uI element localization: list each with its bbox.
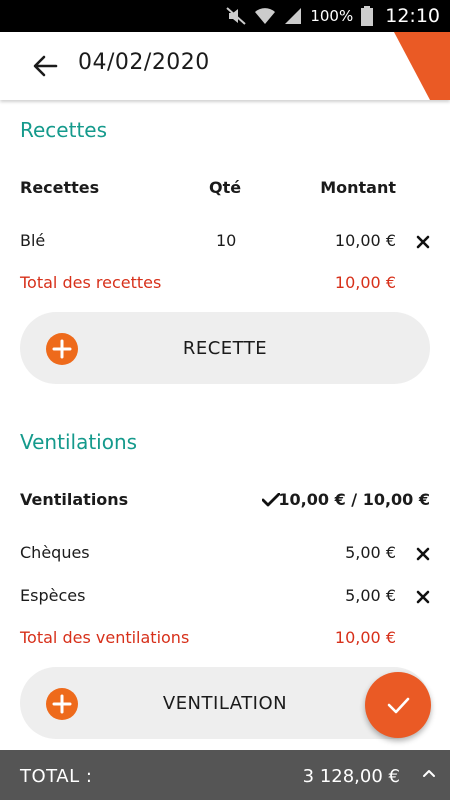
ventilations-header-label: Ventilations — [20, 490, 129, 509]
table-row: Espèces 5,00 € — [20, 586, 430, 610]
column-header-amount: Montant — [320, 178, 396, 197]
table-row: Chèques 5,00 € — [20, 543, 430, 567]
close-icon[interactable] — [416, 590, 430, 604]
add-recette-label: RECETTE — [182, 338, 268, 359]
brand-corner-decoration — [394, 32, 450, 100]
recette-name: Blé — [20, 231, 46, 250]
signal-icon — [285, 8, 302, 24]
column-header-name: Recettes — [20, 178, 100, 197]
close-icon[interactable] — [416, 235, 430, 249]
ventilation-name: Chèques — [20, 543, 90, 562]
ventilations-header-value: 10,00 € / 10,00 € — [278, 490, 430, 509]
app-bar: 04/02/2020 — [0, 32, 450, 100]
page-title: 04/02/2020 — [78, 50, 210, 75]
recette-amount: 10,00 € — [334, 231, 396, 250]
total-value: 3 128,00 € — [302, 766, 400, 787]
ventilations-total-label: Total des ventilations — [20, 628, 190, 647]
check-icon — [387, 697, 410, 714]
check-icon — [262, 493, 280, 507]
ventilation-name: Espèces — [20, 586, 86, 605]
wifi-icon — [255, 8, 276, 24]
ventilations-section-title: Ventilations — [20, 430, 138, 454]
recettes-section-title: Recettes — [20, 118, 108, 142]
column-header-qty: Qté — [209, 178, 242, 197]
ventilations-total-value: 10,00 € — [334, 628, 396, 647]
ventilations-total-row: Total des ventilations 10,00 € — [20, 628, 430, 652]
recette-qty: 10 — [216, 231, 237, 250]
status-bar: 100% 12:10 — [0, 0, 450, 32]
ventilations-table-header: Ventilations 10,00 € / 10,00 € — [20, 490, 430, 514]
ventilation-amount: 5,00 € — [345, 543, 396, 562]
recettes-total-row: Total des recettes 10,00 € — [20, 273, 430, 297]
total-bar[interactable]: TOTAL : 3 128,00 € — [0, 750, 450, 800]
mute-icon — [226, 7, 247, 25]
ventilation-amount: 5,00 € — [345, 586, 396, 605]
battery-icon — [361, 6, 374, 26]
battery-percent: 100% — [310, 7, 354, 25]
recettes-total-label: Total des recettes — [20, 273, 162, 292]
table-row: Blé 10 10,00 € — [20, 231, 430, 255]
status-time: 12:10 — [385, 5, 440, 27]
close-icon[interactable] — [416, 547, 430, 561]
back-arrow-icon[interactable] — [30, 52, 60, 80]
total-label: TOTAL : — [20, 766, 93, 787]
add-recette-button[interactable]: RECETTE — [20, 312, 430, 384]
validate-fab-button[interactable] — [365, 672, 431, 738]
status-icons: 100% 12:10 — [226, 0, 440, 32]
recettes-table-header: Recettes Qté Montant — [20, 178, 430, 202]
chevron-up-icon[interactable] — [422, 768, 436, 778]
recettes-total-value: 10,00 € — [334, 273, 396, 292]
